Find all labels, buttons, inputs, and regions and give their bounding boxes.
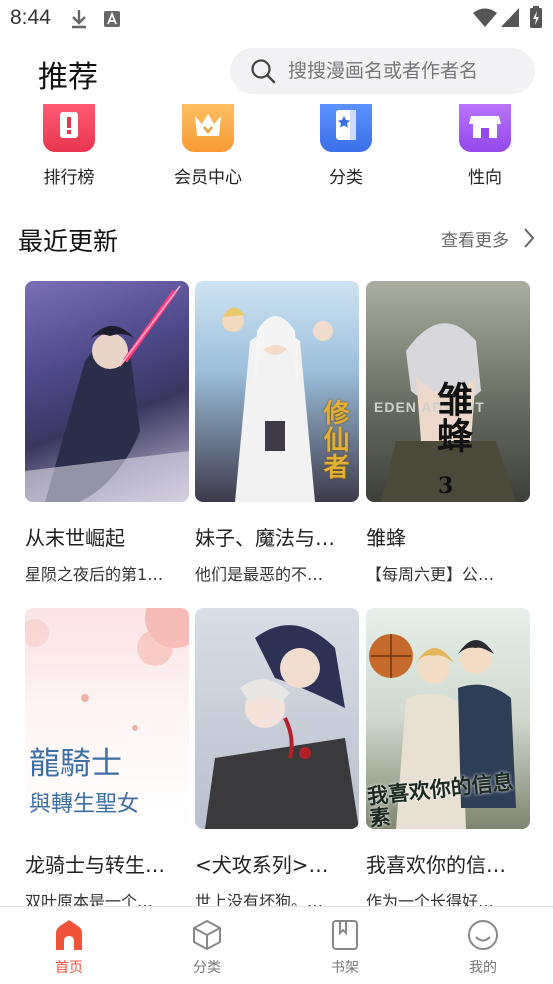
quick-entry-label: 排行榜 — [43, 168, 95, 188]
comic-cover[interactable]: 龍騎士 與轉生聖女 — [25, 608, 189, 829]
cover-title-text: 修仙者 — [319, 399, 349, 480]
home-icon — [56, 920, 82, 950]
signal-icon — [501, 8, 519, 27]
status-time: 8:44 — [10, 6, 51, 29]
comic-card[interactable]: 我喜欢你的信息素 我喜欢你的信… 作为一个长得好… — [366, 608, 530, 912]
comic-card[interactable]: 修仙者 妹子、魔法与… 他们是最恶的不… — [195, 281, 359, 585]
status-bar: 8:44 — [0, 0, 553, 40]
comic-cover[interactable]: 修仙者 — [195, 281, 359, 502]
comic-card[interactable]: <犬攻系列>… 世上没有坏狗。… — [195, 608, 359, 912]
nav-label: 书架 — [331, 960, 359, 976]
nav-label: 首页 — [55, 960, 83, 976]
cover-volume-text: 3 — [438, 473, 454, 499]
comic-card[interactable]: 从末世崛起 星陨之夜后的第1… — [25, 281, 189, 585]
nav-label: 我的 — [469, 960, 497, 976]
download-icon — [72, 10, 86, 29]
a-notification-icon — [104, 11, 120, 27]
quick-entry-ranking[interactable]: 排行榜 — [19, 104, 119, 188]
section-title-recent: 最近更新 — [18, 227, 119, 256]
nav-tab-profile[interactable]: 我的 — [414, 907, 552, 984]
view-more-link[interactable]: 查看更多 — [441, 226, 509, 251]
cover-title-text: 龍騎士 — [29, 746, 122, 782]
comic-desc: 【每周六更】公… — [366, 565, 495, 584]
category-book-icon — [320, 104, 372, 152]
chevron-right-icon[interactable] — [522, 227, 536, 249]
comic-card[interactable]: 龍騎士 與轉生聖女 龙骑士与转生… 双叶原本是一个… — [25, 608, 189, 912]
nav-tab-bookshelf[interactable]: 书架 — [276, 907, 414, 984]
quick-entry-vip[interactable]: 会员中心 — [158, 104, 258, 188]
nav-label: 分类 — [193, 960, 221, 976]
comic-card[interactable]: EDEN ADVENT 雏蜂 3 雏蜂 【每周六更】公… — [366, 281, 530, 585]
quick-entry-label: 会员中心 — [174, 168, 242, 188]
search-input[interactable] — [288, 48, 523, 94]
vip-crown-icon — [182, 104, 234, 152]
quick-entry-label: 分类 — [329, 168, 363, 188]
shop-icon — [459, 104, 511, 152]
bottom-nav: 首页 分类 书架 我的 — [0, 906, 553, 984]
ranking-icon — [43, 104, 95, 152]
cover-title-text: 雏蜂 — [431, 381, 473, 453]
quick-entry-orientation[interactable]: 性向 — [435, 104, 535, 188]
comic-title[interactable]: 龙骑士与转生… — [25, 849, 189, 878]
page-title: 推荐 — [38, 60, 98, 95]
wifi-icon — [473, 8, 497, 27]
bookshelf-icon — [332, 920, 358, 950]
profile-smile-icon — [468, 920, 498, 950]
search-icon — [251, 59, 276, 84]
battery-charging-icon — [530, 6, 542, 28]
comic-title[interactable]: <犬攻系列>… — [195, 849, 359, 878]
comic-title[interactable]: 我喜欢你的信… — [366, 849, 530, 878]
quick-entry-category[interactable]: 分类 — [296, 104, 396, 188]
comic-cover[interactable]: 我喜欢你的信息素 — [366, 608, 530, 829]
comic-cover[interactable] — [25, 281, 189, 502]
comic-cover[interactable]: EDEN ADVENT 雏蜂 3 — [366, 281, 530, 502]
cover-subtitle-text: 與轉生聖女 — [29, 792, 140, 817]
comic-desc: 他们是最恶的不… — [195, 565, 324, 584]
comic-title[interactable]: 雏蜂 — [366, 522, 530, 551]
comic-title[interactable]: 妹子、魔法与… — [195, 522, 359, 551]
nav-tab-category[interactable]: 分类 — [138, 907, 276, 984]
search-bar[interactable] — [230, 48, 535, 94]
comic-desc: 星陨之夜后的第1… — [25, 565, 164, 584]
quick-entry-label: 性向 — [468, 168, 502, 188]
cube-icon — [193, 920, 221, 950]
comic-cover[interactable] — [195, 608, 359, 829]
comic-title[interactable]: 从末世崛起 — [25, 522, 189, 551]
nav-tab-home[interactable]: 首页 — [0, 907, 138, 984]
